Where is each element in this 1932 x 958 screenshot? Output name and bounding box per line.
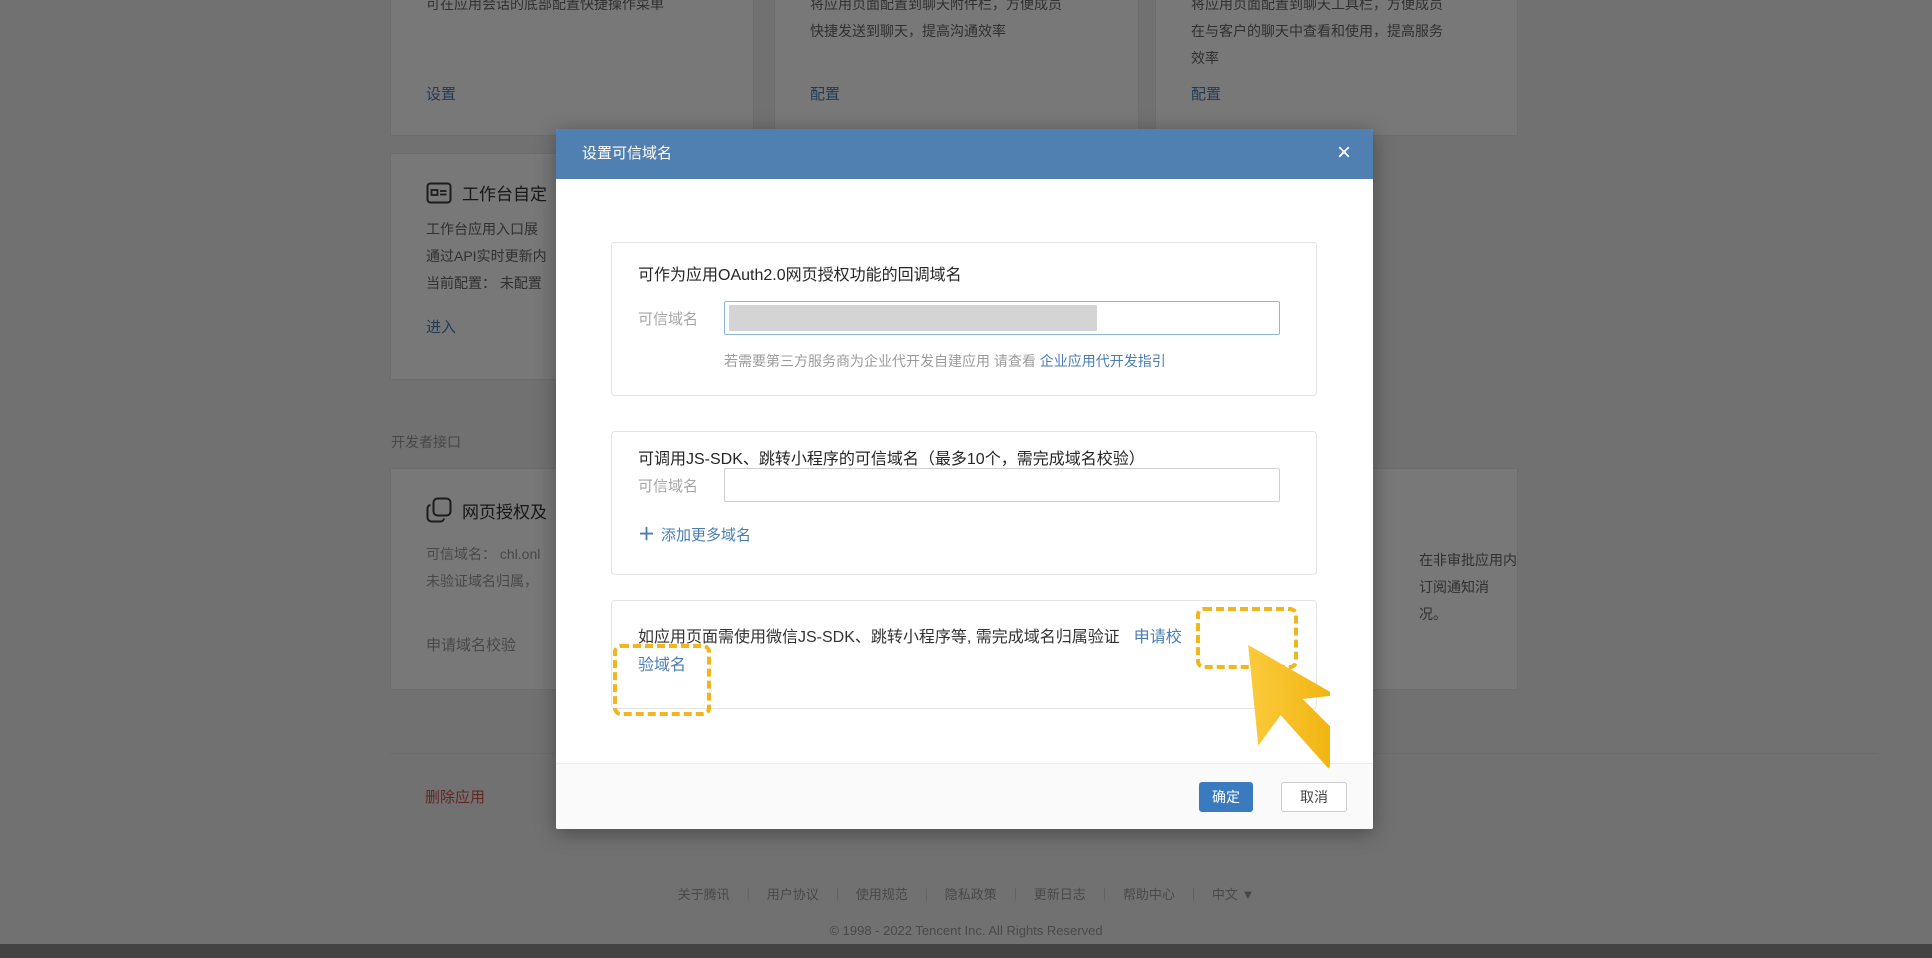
- plus-icon: ＋: [638, 525, 655, 544]
- jssdk-domain-input-wrap: [724, 468, 1280, 502]
- apply-verify-link-part1[interactable]: 申请校: [1134, 629, 1182, 646]
- cursor-pointer-arrow-icon: [1180, 645, 1330, 795]
- oauth-domain-field-row: 可信域名: [638, 301, 1280, 335]
- trusted-domain-label: 可信域名: [638, 308, 716, 329]
- third-party-dev-guide-link[interactable]: 企业应用代开发指引: [1040, 353, 1166, 369]
- helper-prefix: 若需要第三方服务商为企业代开发自建应用 请查看: [724, 353, 1040, 369]
- add-more-domains-label: 添加更多域名: [661, 527, 751, 544]
- jssdk-domain-input[interactable]: [724, 468, 1280, 502]
- modal-title: 设置可信域名: [582, 129, 672, 179]
- jssdk-domain-section: 可调用JS-SDK、跳转小程序的可信域名（最多10个，需完成域名校验） 可信域名…: [611, 431, 1317, 575]
- add-more-domains-link[interactable]: ＋ 添加更多域名: [638, 520, 751, 545]
- page: 可在应用会话的底部配置快捷操作菜单 设置 将应用页面配置到聊天附件栏，方便成员 …: [0, 0, 1932, 958]
- highlight-box-verify-domain: [613, 644, 711, 716]
- redacted-domain-value: [729, 305, 1097, 331]
- trusted-domain-label: 可信域名: [638, 475, 716, 496]
- jssdk-domain-field-row: 可信域名: [638, 468, 1280, 502]
- verify-text-line1: 如应用页面需使用微信JS-SDK、跳转小程序等, 需完成域名归属验证申请校: [638, 623, 1182, 647]
- jssdk-section-heading: 可调用JS-SDK、跳转小程序的可信域名（最多10个，需完成域名校验）: [638, 445, 1145, 469]
- oauth-domain-input-wrap: [724, 301, 1280, 335]
- oauth-helper-text: 若需要第三方服务商为企业代开发自建应用 请查看 企业应用代开发指引: [724, 351, 1166, 371]
- close-icon[interactable]: ×: [1337, 129, 1351, 177]
- oauth-section-heading: 可作为应用OAuth2.0网页授权功能的回调域名: [638, 261, 962, 285]
- oauth-domain-section: 可作为应用OAuth2.0网页授权功能的回调域名 可信域名 若需要第三方服务商为…: [611, 242, 1317, 396]
- verify-sentence: 如应用页面需使用微信JS-SDK、跳转小程序等, 需完成域名归属验证: [638, 629, 1120, 646]
- modal-header: 设置可信域名 ×: [556, 129, 1373, 179]
